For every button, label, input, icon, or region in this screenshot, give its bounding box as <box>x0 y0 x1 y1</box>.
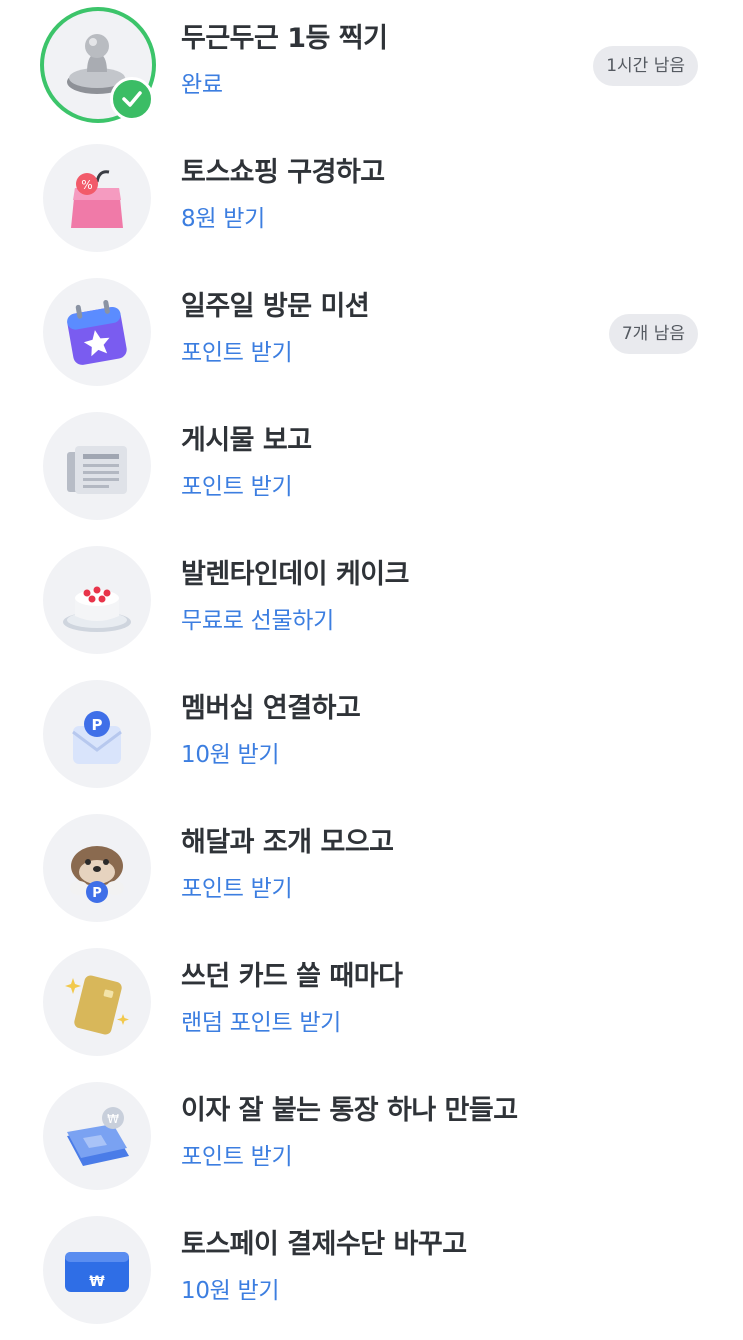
mission-item-tosspay[interactable]: ₩ 토스페이 결제수단 바꾸고 10원 받기 <box>0 1206 743 1340</box>
mission-reward: 랜덤 포인트 받기 <box>181 1010 342 1036</box>
calendar-star-icon <box>67 299 127 365</box>
mission-item-otter[interactable]: P 해달과 조개 모으고 포인트 받기 <box>0 804 743 938</box>
mission-icon-container <box>43 412 151 520</box>
mission-item-cake[interactable]: 발렌타인데이 케이크 무료로 선물하기 <box>0 536 743 670</box>
mission-reward: 포인트 받기 <box>181 876 293 902</box>
mission-reward: 포인트 받기 <box>181 340 293 366</box>
newspaper-icon <box>67 446 127 494</box>
mission-reward: 포인트 받기 <box>181 1144 293 1170</box>
mission-icon-container <box>43 278 151 386</box>
mission-reward: 무료로 선물하기 <box>181 608 335 634</box>
mission-icon-container: % <box>43 144 151 252</box>
remaining-badge: 7개 남음 <box>608 314 698 354</box>
mission-item-card-spend[interactable]: 쓰던 카드 쓸 때마다 랜덤 포인트 받기 <box>0 938 743 1072</box>
mission-title: 게시물 보고 <box>181 425 312 456</box>
mission-icon-container: P <box>43 680 151 788</box>
svg-text:₩: ₩ <box>107 1112 119 1126</box>
mission-title: 두근두근 1등 찍기 <box>181 23 388 54</box>
mission-title: 토스쇼핑 구경하고 <box>181 157 385 188</box>
time-left-badge: 1시간 남음 <box>593 46 698 86</box>
check-icon <box>110 77 154 121</box>
mission-title: 토스페이 결제수단 바꾸고 <box>181 1229 467 1260</box>
membership-envelope-icon: P <box>72 711 122 764</box>
mission-reward: 10원 받기 <box>181 1278 280 1304</box>
svg-text:%: % <box>81 178 92 192</box>
shopping-bag-icon: % <box>71 170 123 228</box>
mission-icon-container: ₩ <box>43 1082 151 1190</box>
svg-text:₩: ₩ <box>89 1274 105 1290</box>
mission-title: 이자 잘 붙는 통장 하나 만들고 <box>181 1095 518 1126</box>
mission-icon-container: ₩ <box>43 1216 151 1324</box>
mission-item-savings[interactable]: ₩ 이자 잘 붙는 통장 하나 만들고 포인트 받기 <box>0 1072 743 1206</box>
mission-item-weekly-visit[interactable]: 일주일 방문 미션 포인트 받기 7개 남음 <box>0 268 743 402</box>
mission-icon-container <box>43 948 151 1056</box>
mission-item-shopping[interactable]: % 토스쇼핑 구경하고 8원 받기 <box>0 134 743 268</box>
mission-item-post[interactable]: 게시물 보고 포인트 받기 <box>0 402 743 536</box>
mission-reward: 포인트 받기 <box>181 474 293 500</box>
svg-text:P: P <box>92 886 102 901</box>
mission-reward: 10원 받기 <box>181 742 280 768</box>
mission-title: 해달과 조개 모으고 <box>181 827 394 858</box>
mission-title: 일주일 방문 미션 <box>181 291 370 322</box>
gold-card-icon <box>65 975 129 1035</box>
mission-list: 두근두근 1등 찍기 완료 1시간 남음 % 토스쇼핑 구경하고 8원 받기 일… <box>0 0 743 1336</box>
otter-icon: P <box>70 846 124 903</box>
mission-icon-container: P <box>43 814 151 922</box>
bankbook-icon: ₩ <box>67 1107 129 1166</box>
cake-icon <box>63 586 131 632</box>
mission-title: 멤버십 연결하고 <box>181 693 361 724</box>
mission-title: 쓰던 카드 쓸 때마다 <box>181 961 403 992</box>
mission-reward: 8원 받기 <box>181 206 265 232</box>
mission-reward: 완료 <box>181 72 223 98</box>
svg-text:P: P <box>92 716 103 734</box>
mission-title: 발렌타인데이 케이크 <box>181 559 409 590</box>
mission-item-stamp[interactable]: 두근두근 1등 찍기 완료 1시간 남음 <box>0 0 743 134</box>
mission-icon-container <box>40 7 156 123</box>
mission-icon-container <box>43 546 151 654</box>
payment-card-icon: ₩ <box>65 1252 129 1292</box>
mission-item-membership[interactable]: P 멤버십 연결하고 10원 받기 <box>0 670 743 804</box>
